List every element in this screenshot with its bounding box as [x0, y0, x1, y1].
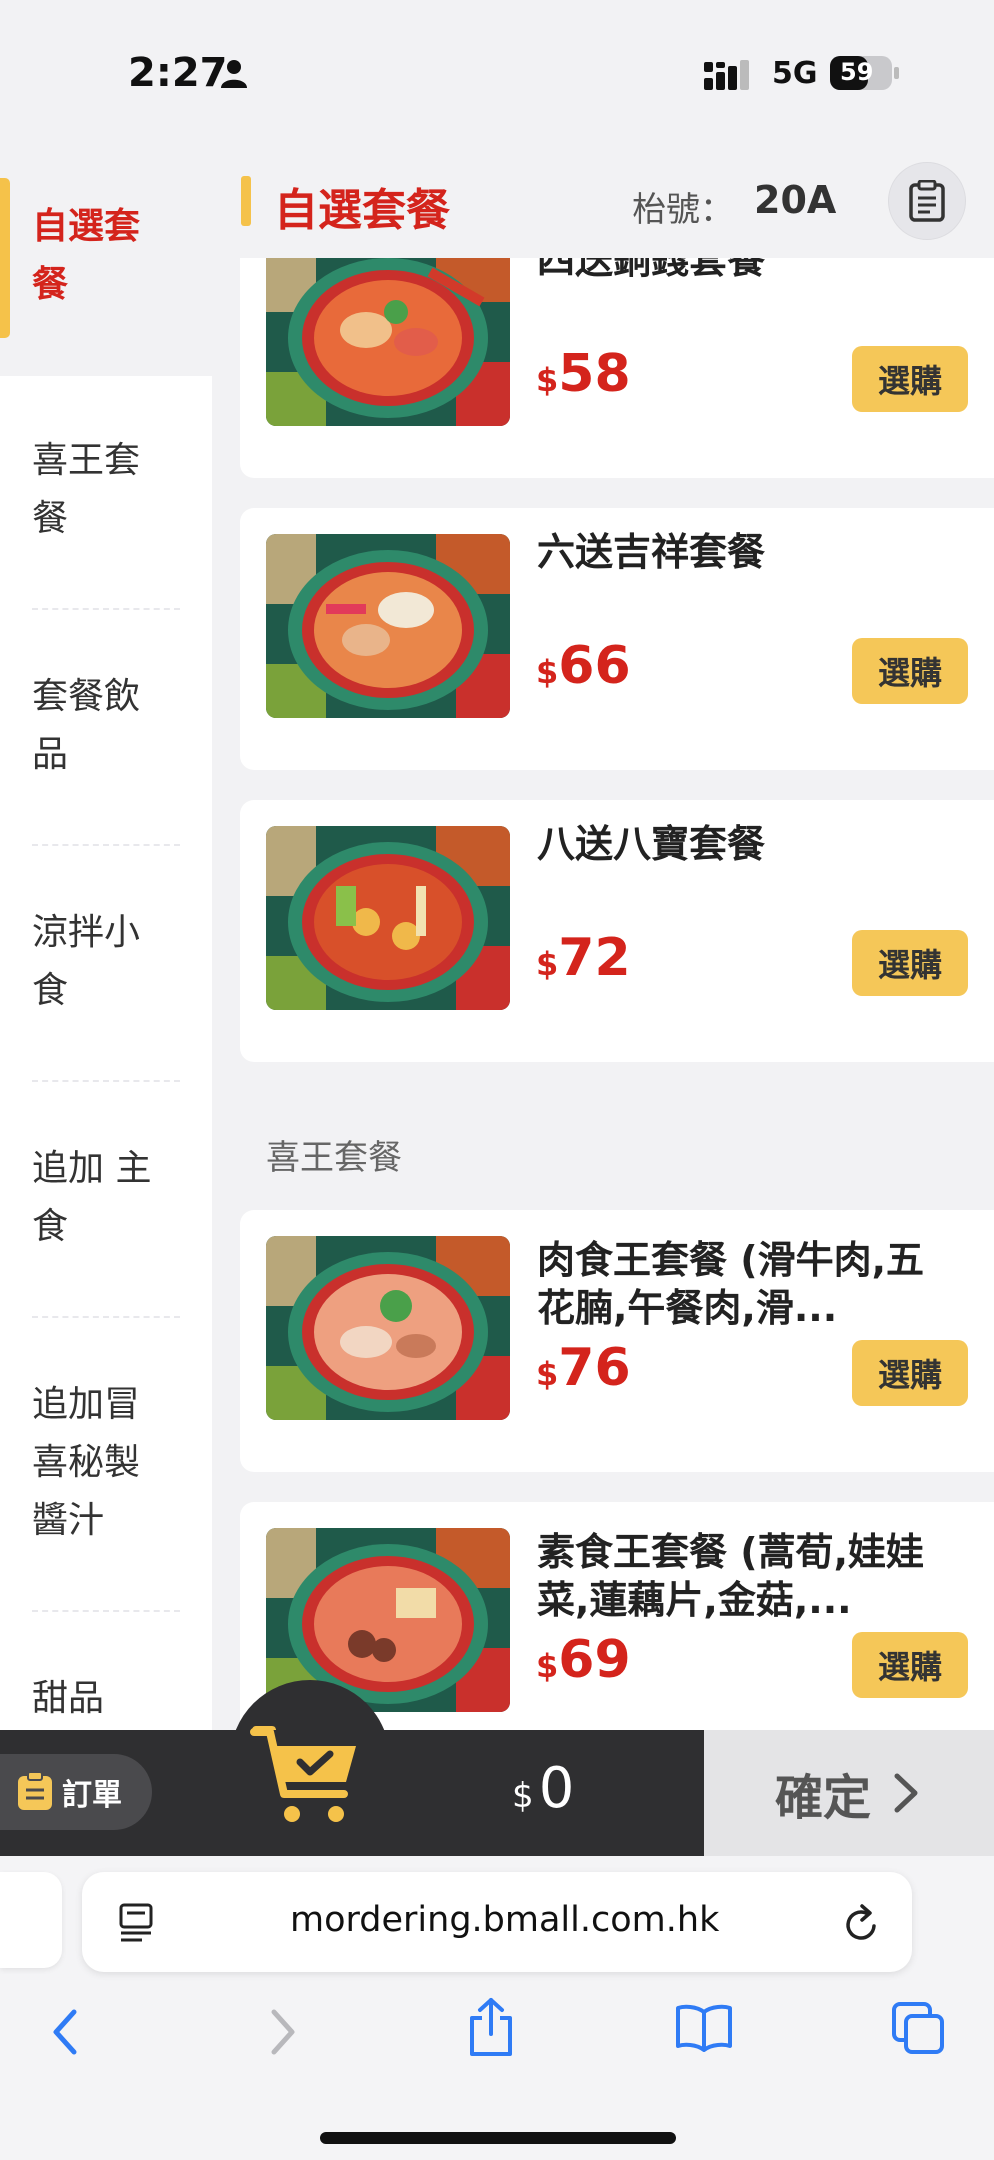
previous-tab-edge[interactable]: [0, 1872, 62, 1968]
food-image: [266, 534, 510, 718]
order-list-icon: [18, 1772, 52, 1810]
sidebar-item-snacks[interactable]: 涼拌小食: [32, 904, 172, 1020]
battery-level: 59: [840, 58, 874, 86]
sidebar-divider: [32, 608, 180, 610]
page-title: 自選套餐: [274, 185, 450, 236]
food-name: 四送銅錢套餐: [537, 258, 766, 282]
sidebar-active-indicator: [0, 178, 10, 338]
table-label: 枱號：: [632, 190, 734, 230]
person-icon: [221, 60, 247, 88]
confirm-button[interactable]: 確定: [704, 1730, 994, 1856]
menu-content: 四送銅錢套餐 $58 選購 六送吉祥套餐 $66 選購 八送八寶套餐 $72 選…: [212, 258, 994, 1730]
sidebar-item-dessert[interactable]: 甜品: [32, 1670, 172, 1728]
buy-button[interactable]: 選購: [852, 346, 968, 412]
header-accent-bar: [241, 176, 251, 226]
share-icon[interactable]: [466, 1996, 516, 2058]
status-bar: 2:27 5G 59: [0, 0, 994, 140]
cart-currency: $: [512, 1776, 534, 1816]
cart-total: $ 0: [512, 1756, 574, 1821]
food-price: $76: [536, 1338, 631, 1398]
forward-icon[interactable]: [266, 2006, 300, 2058]
cart-amount: 0: [538, 1756, 575, 1821]
sidebar-divider: [32, 1316, 180, 1318]
page-menu-icon[interactable]: [118, 1902, 156, 1942]
order-button[interactable]: 訂單: [0, 1754, 152, 1830]
menu-item-card[interactable]: 八送八寶套餐 $72 選購: [240, 800, 994, 1062]
food-name: 素食王套餐 (蒿荀,娃娃菜,蓮藕片,金菇,...: [537, 1530, 925, 1622]
tabs-icon[interactable]: [890, 2000, 946, 2056]
sidebar-item-staple[interactable]: 追加 主食: [32, 1140, 172, 1256]
food-price: $72: [536, 928, 631, 988]
category-header: 自選套餐 枱號： 20A: [238, 140, 994, 258]
menu-item-card[interactable]: 六送吉祥套餐 $66 選購: [240, 508, 994, 770]
buy-button[interactable]: 選購: [852, 930, 968, 996]
home-indicator: [320, 2132, 676, 2144]
network-label: 5G: [772, 56, 818, 91]
signal-icon: [704, 60, 749, 90]
sidebar-item-sauce[interactable]: 追加冒喜秘製醬汁: [32, 1376, 172, 1550]
url-text: mordering.bmall.com.hk: [290, 1900, 720, 1940]
sidebar-divider: [32, 844, 180, 846]
food-name: 肉食王套餐 (滑牛肉,五花腩,午餐肉,滑...: [537, 1238, 925, 1330]
back-icon[interactable]: [48, 2006, 82, 2058]
price-currency: $: [536, 1355, 559, 1393]
price-amount: 72: [558, 928, 631, 988]
food-name: 六送吉祥套餐: [537, 530, 766, 574]
price-currency: $: [536, 945, 559, 983]
price-currency: $: [536, 653, 559, 691]
sidebar-divider: [32, 1080, 180, 1082]
reload-icon[interactable]: [842, 1900, 882, 1944]
price-amount: 58: [558, 344, 631, 404]
food-image: [266, 258, 510, 426]
food-image: [266, 826, 510, 1010]
food-name: 八送八寶套餐: [537, 822, 766, 866]
price-currency: $: [536, 1647, 559, 1685]
table-number: 20A: [754, 178, 837, 222]
status-time: 2:27: [128, 50, 228, 96]
buy-button[interactable]: 選購: [852, 1632, 968, 1698]
address-bar[interactable]: mordering.bmall.com.hk: [82, 1872, 912, 1972]
category-sidebar: 自選套餐 喜王套餐 套餐飲品 涼拌小食 追加 主食 追加冒喜秘製醬汁 甜品: [0, 140, 212, 1730]
food-price: $58: [536, 344, 631, 404]
receipt-button[interactable]: [888, 162, 966, 240]
buy-button[interactable]: 選購: [852, 638, 968, 704]
order-label: 訂單: [62, 1778, 122, 1813]
sidebar-item-xiwang[interactable]: 喜王套餐: [32, 432, 172, 548]
food-image: [266, 1236, 510, 1420]
battery-icon: 59: [830, 56, 900, 90]
menu-item-card[interactable]: 肉食王套餐 (滑牛肉,五花腩,午餐肉,滑... $76 選購: [240, 1210, 994, 1472]
section-title: 喜王套餐: [266, 1138, 402, 1178]
buy-button[interactable]: 選購: [852, 1340, 968, 1406]
chevron-right-icon: [894, 1773, 918, 1813]
price-amount: 69: [558, 1630, 631, 1690]
confirm-label: 確定: [774, 1770, 871, 1826]
price-currency: $: [536, 361, 559, 399]
menu-item-card[interactable]: 四送銅錢套餐 $58 選購: [240, 258, 994, 478]
sidebar-item-drinks[interactable]: 套餐飲品: [32, 668, 172, 784]
cart-icon[interactable]: [248, 1722, 368, 1832]
receipt-icon: [909, 180, 945, 222]
bookmarks-icon[interactable]: [674, 2002, 734, 2052]
sidebar-item-zixuan[interactable]: 自選套餐: [32, 198, 172, 314]
price-amount: 76: [558, 1338, 631, 1398]
price-amount: 66: [558, 636, 631, 696]
food-price: $69: [536, 1630, 631, 1690]
browser-chrome: mordering.bmall.com.hk: [0, 1856, 994, 2160]
sidebar-divider: [32, 1610, 180, 1612]
food-price: $66: [536, 636, 631, 696]
